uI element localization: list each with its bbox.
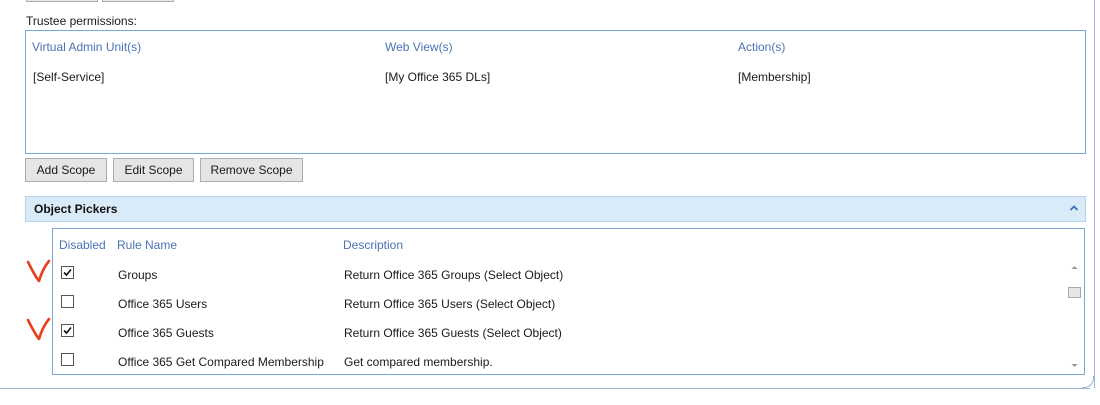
rule-name-cell[interactable]: Office 365 Get Compared Membership [118,355,324,369]
disabled-checkbox[interactable] [61,324,74,337]
checkmark-icon [63,268,72,277]
description-cell[interactable]: Return Office 365 Groups (Select Object) [344,268,563,282]
trustee-row-web-view[interactable]: [My Office 365 DLs] [385,70,490,84]
column-header-rule-name[interactable]: Rule Name [117,238,177,252]
rule-name-cell[interactable]: Office 365 Guests [118,326,214,340]
description-cell[interactable]: Return Office 365 Guests (Select Object) [344,326,562,340]
top-button-right[interactable] [102,0,174,2]
object-pickers-title: Object Pickers [34,202,118,216]
description-cell[interactable]: Return Office 365 Users (Select Object) [344,297,555,311]
trustee-row-actions[interactable]: [Membership] [738,70,811,84]
annotation-check-mark [26,259,51,283]
vertical-scrollbar[interactable] [1065,259,1084,374]
remove-scope-button[interactable]: Remove Scope [200,158,303,182]
panel-border-corner [1082,376,1094,388]
top-button-left[interactable] [26,0,98,2]
rule-name-cell[interactable]: Groups [118,268,157,282]
panel-border-bottom [0,388,1090,389]
disabled-checkbox[interactable] [61,295,74,308]
object-pickers-grid[interactable]: Disabled Rule Name Description Groups Re… [52,228,1085,375]
trustee-permissions-list[interactable]: Virtual Admin Unit(s) Web View(s) Action… [25,30,1086,154]
disabled-checkbox[interactable] [61,353,74,366]
column-header-description[interactable]: Description [343,238,403,252]
edit-scope-button[interactable]: Edit Scope [113,158,194,182]
object-pickers-section-header[interactable]: Object Pickers [25,196,1086,222]
description-cell[interactable]: Get compared membership. [344,355,493,369]
annotation-check-mark [26,317,51,341]
scroll-up-arrow-icon[interactable] [1069,263,1080,271]
scrollbar-thumb[interactable] [1068,287,1081,298]
chevron-up-icon[interactable] [1066,200,1082,216]
checkmark-icon [63,326,72,335]
trustee-row-vau[interactable]: [Self-Service] [33,70,104,84]
add-scope-button[interactable]: Add Scope [25,158,107,182]
column-header-actions[interactable]: Action(s) [738,40,785,54]
column-header-virtual-admin-units[interactable]: Virtual Admin Unit(s) [32,40,141,54]
disabled-checkbox[interactable] [61,266,74,279]
column-header-web-views[interactable]: Web View(s) [385,40,453,54]
scroll-down-arrow-icon[interactable] [1069,362,1080,370]
panel-border-right [1094,0,1095,388]
rule-name-cell[interactable]: Office 365 Users [118,297,207,311]
column-header-disabled[interactable]: Disabled [59,238,106,252]
trustee-permissions-label: Trustee permissions: [26,14,137,28]
